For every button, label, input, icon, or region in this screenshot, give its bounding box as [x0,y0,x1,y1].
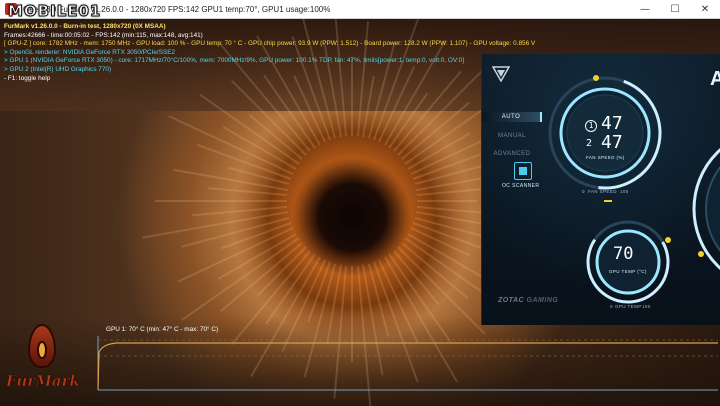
temp-scale-min: 0 [610,304,613,309]
temperature-graph-plot [97,336,718,391]
gpu-temp-label: GPU TEMP (°C) [609,269,647,274]
temperature-graph: GPU 1: 70° C (min: 47° C - max: 70° C) [96,326,720,394]
fan2-label: 2 [586,138,593,149]
mode-manual[interactable]: MANUAL [482,131,542,141]
overlay-line-help: - F1: toggle help [4,74,51,82]
fan-scale-min: 0 [582,189,585,194]
temp-scale-max: 100 [642,304,651,309]
graph-temperature-line [97,342,718,391]
temp-scale-caption: GPU TEMP [615,304,642,309]
overlay-line-gpu2: > GPU 2 (Intel(R) UHD Graphics 770) [4,65,112,73]
overlay-line-gpuz: [ GPU-Z ] core: 1782 MHz - mem: 1750 MHz… [4,40,536,48]
fur-streak [265,253,316,325]
brand-zotac: ZOTAC [498,297,525,304]
overlay-line-title: FurMark v1.26.0.0 - Burn-in test, 1280x7… [4,23,166,30]
oc-scanner-icon[interactable] [514,162,532,180]
gpu-temp-value: 70 [613,244,634,264]
zotac-firestorm-panel[interactable]: AUTO MANUAL ADVANCED OC SCANNER 1 47 2 4… [481,54,720,325]
fan-scale-max: 100 [620,189,629,194]
window-title-bar[interactable]: Geeks3D FurMark v1.26.0.0 - 1280x720 FPS… [0,0,720,19]
right-dial-partial [692,147,720,271]
stats-overlay: FurMark v1.26.0.0 - Burn-in test, 1280x7… [4,23,535,83]
fur-streak [155,200,287,202]
mode-auto[interactable]: AUTO [482,112,542,122]
right-panel-glyph: A [710,68,720,91]
fan-scale-caption: FAN SPEED [588,189,617,194]
fur-streak [417,200,477,202]
graph-label: GPU 1: 70° C (min: 47° C - max: 70° C) [106,326,219,333]
mobile01-watermark: MOBILE01 [7,2,102,20]
furmark-flame-icon [28,324,56,368]
overlay-line-gpu1: > GPU 1 (NVIDIA GeForce RTX 3050) - core… [4,57,464,65]
mode-advanced[interactable]: ADVANCED [482,149,542,159]
close-button[interactable]: ✕ [690,0,720,19]
maximize-button[interactable]: ☐ [660,0,690,19]
minimize-button[interactable]: — [630,0,660,19]
brand-gaming: GAMING [526,297,559,304]
fan1-label: 1 [585,120,597,132]
furmark-logo-text: FurMark [6,372,80,391]
fan2-value: 47 [601,132,623,153]
furmark-logo: FurMark [4,324,88,402]
window-controls: — ☐ ✕ [630,0,720,19]
fur-streak [181,237,300,322]
zotac-gaming-brand: ZOTAC GAMING [498,297,558,304]
oc-scanner-label[interactable]: OC SCANNER [502,183,539,189]
fan-speed-label: FAN SPEED (%) [586,155,625,160]
fan1-value: 47 [601,113,623,134]
zotac-logo-icon [492,66,510,82]
fan-scale-marker [604,200,612,202]
overlay-line-frames: Frames:42666 - time:00:05:02 - FPS:142 (… [4,31,203,39]
